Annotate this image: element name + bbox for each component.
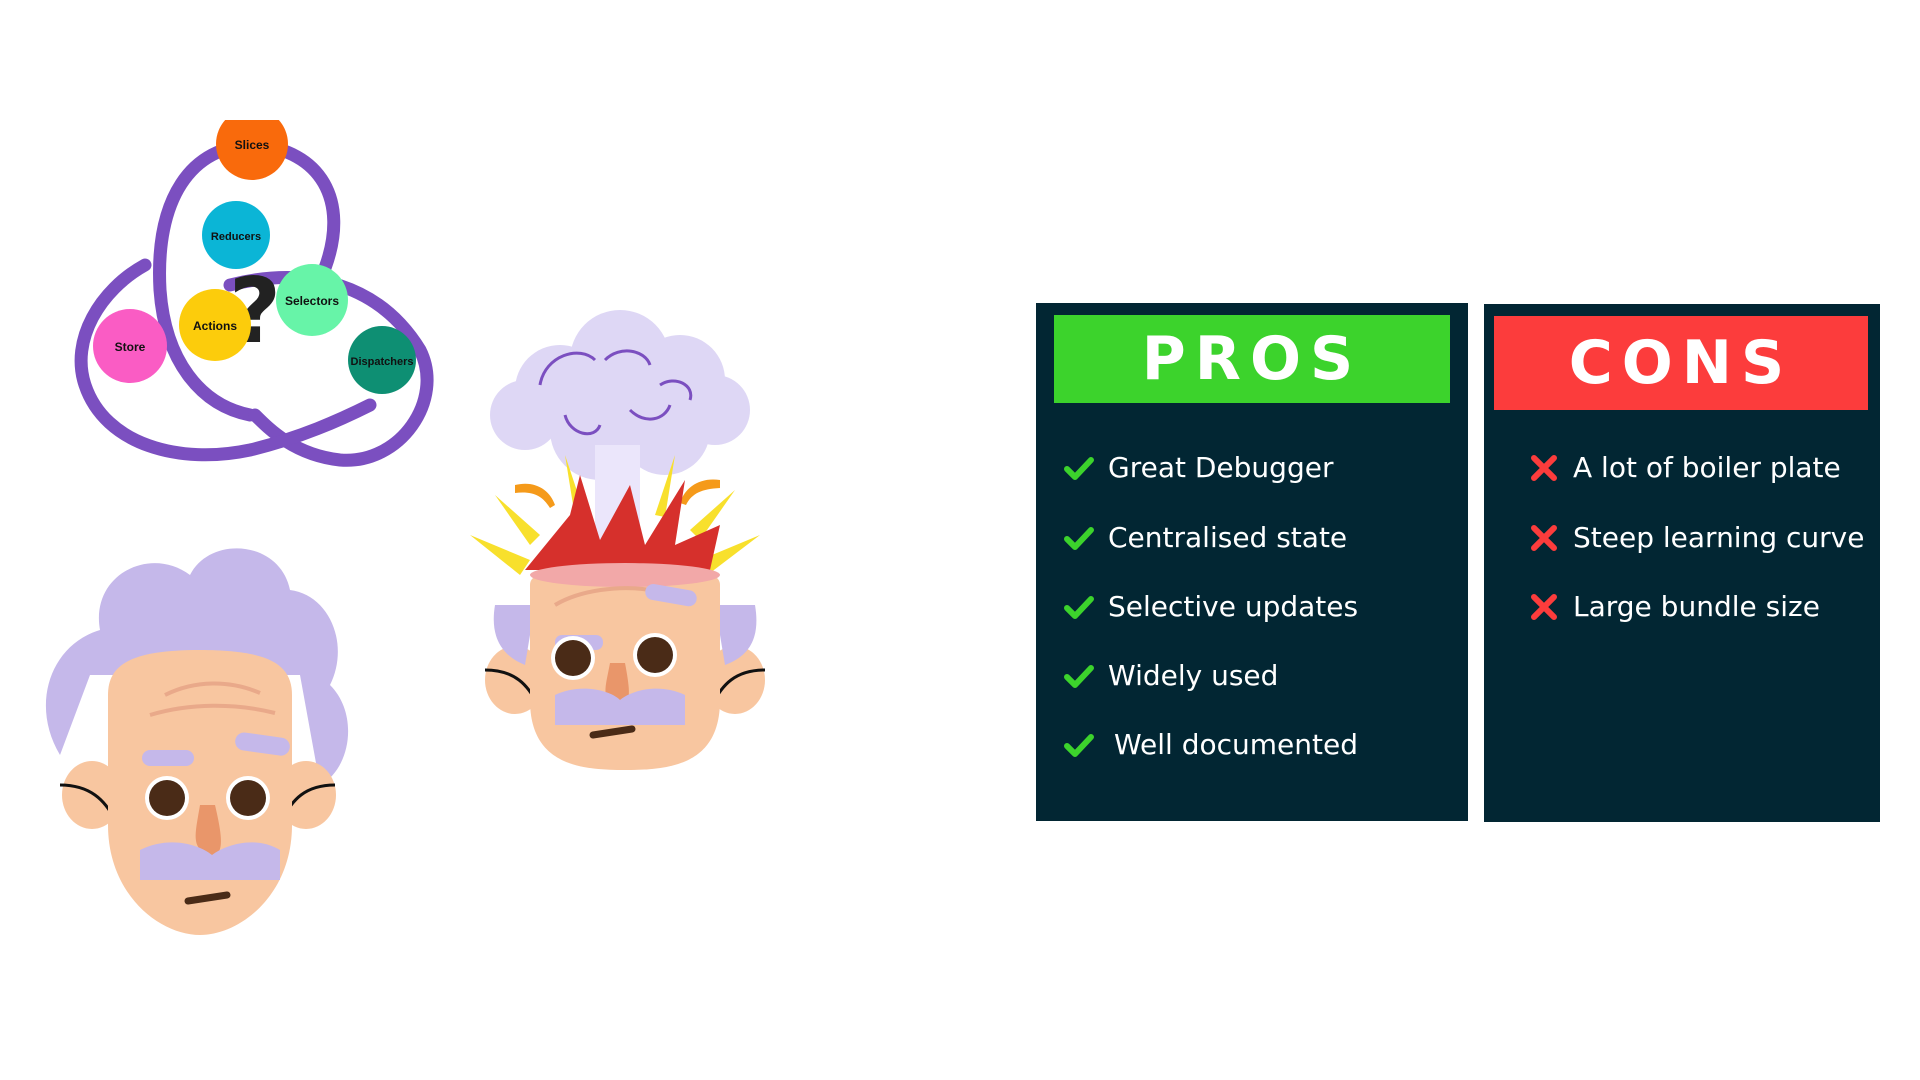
cons-item: Large bundle size [1529,590,1820,623]
cross-icon [1531,524,1557,551]
cross-icon [1531,593,1557,620]
pros-item: Well documented [1064,728,1358,761]
pros-item: Selective updates [1064,590,1358,623]
scientist-mind-blown-illustration [470,305,780,965]
pros-banner: PROS [1054,315,1450,403]
node-dispatchers: Dispatchers [348,326,416,394]
svg-text:Selectors: Selectors [285,294,339,308]
cons-item: A lot of boiler plate [1529,451,1841,484]
pros-item: Widely used [1064,659,1278,692]
svg-text:Store: Store [115,340,146,354]
pros-item: Centralised state [1064,521,1347,554]
check-icon [1064,456,1094,480]
check-icon [1064,526,1094,550]
cons-banner: CONS [1494,316,1868,410]
node-actions: Actions [179,289,251,361]
diagram-rings: ? Slices Reducers Selectors Actions Stor… [74,120,434,467]
node-store: Store [93,309,167,383]
pros-item: Great Debugger [1064,451,1333,484]
node-slices: Slices [216,120,288,180]
svg-text:Slices: Slices [235,138,270,152]
redux-diagram: ? Slices Reducers Selectors Actions Stor… [50,120,460,500]
cons-item: Steep learning curve [1529,521,1864,554]
check-icon [1064,595,1094,619]
check-icon [1064,664,1094,688]
node-reducers: Reducers [202,201,270,269]
scientist-calm-illustration [30,535,360,950]
svg-text:Reducers: Reducers [211,231,261,243]
pros-panel: PROS Great Debugger Centralised state Se… [1036,303,1468,821]
cross-icon [1531,454,1557,481]
check-icon [1064,733,1094,757]
node-selectors: Selectors [276,264,348,336]
cons-panel: CONS A lot of boiler plate Steep learnin… [1484,304,1880,822]
svg-text:Actions: Actions [193,319,237,333]
svg-text:Dispatchers: Dispatchers [351,356,414,368]
